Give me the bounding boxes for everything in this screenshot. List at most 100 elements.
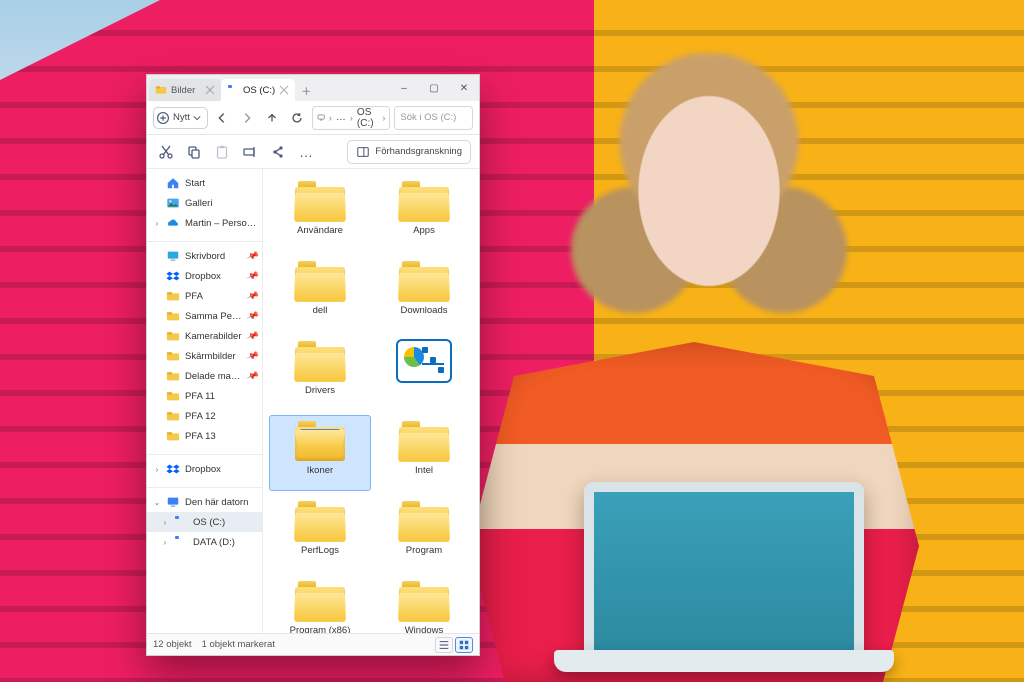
refresh-button[interactable] (287, 107, 308, 129)
pin-icon: 📌 (245, 369, 259, 383)
home-icon (166, 176, 180, 190)
folder-icon (166, 329, 180, 343)
folder-item[interactable]: Downloads (373, 255, 475, 331)
window-controls: – ▢ ✕ (389, 75, 479, 101)
tab-bilder[interactable]: Bilder (149, 79, 221, 101)
folder-item[interactable]: Apps (373, 175, 475, 251)
folder-icon (166, 289, 180, 303)
nav-item-label: Skärmbilder (185, 351, 242, 362)
drive-icon (174, 515, 188, 529)
preview-toggle-label: Förhandsgranskning (375, 146, 462, 157)
folder-icon (166, 309, 180, 323)
nav-galleri[interactable]: Galleri (147, 193, 262, 213)
minimize-button[interactable]: – (389, 75, 419, 101)
more-button[interactable]: … (295, 141, 317, 163)
folder-item[interactable]: Program (x86) (269, 575, 371, 633)
folder-item[interactable]: dell (269, 255, 371, 331)
nav-drive-data-d[interactable]: › DATA (D:) (147, 532, 262, 552)
back-button[interactable] (212, 107, 233, 129)
nav-onedrive-personal[interactable]: › Martin – Personligt (147, 213, 262, 233)
drive-icon (227, 84, 239, 96)
folder-item[interactable]: Användare (269, 175, 371, 251)
nav-quick-item[interactable]: Skärmbilder📌 (147, 346, 262, 366)
forward-button[interactable] (237, 107, 258, 129)
folder-icon (166, 409, 180, 423)
drive-icon (174, 535, 188, 549)
new-button[interactable]: Nytt (153, 107, 208, 129)
chevron-right-icon: › (329, 113, 332, 123)
monitor-icon (317, 111, 325, 124)
preview-toggle[interactable]: Förhandsgranskning (347, 140, 471, 164)
nav-quick-item[interactable]: PFA 13 (147, 426, 262, 446)
folder-item[interactable]: Ikoner (269, 415, 371, 491)
nav-quick-item[interactable]: PFA 11 (147, 386, 262, 406)
items-view[interactable]: Användare Apps dell Downloads DriversIkonerI… (263, 169, 479, 633)
maximize-button[interactable]: ▢ (419, 75, 449, 101)
nav-item-label: PFA (185, 291, 242, 302)
arrow-right-icon (240, 111, 254, 125)
refresh-icon (290, 111, 304, 125)
file-explorer-window: Bilder OS (C:) ＋ – ▢ ✕ Nytt (146, 74, 480, 656)
folder-item[interactable]: Intel (373, 415, 475, 491)
address-bar[interactable]: › … › OS (C:) › (312, 106, 391, 130)
icons-view-button[interactable] (455, 637, 473, 653)
address-row: Nytt › … › OS (C:) › Sök i OS (C:) (147, 101, 479, 135)
nav-quick-item[interactable]: PFA 12 (147, 406, 262, 426)
nav-quick-item[interactable]: Samma Per…📌 (147, 306, 262, 326)
cut-button[interactable] (155, 141, 177, 163)
folder-item[interactable] (373, 335, 475, 411)
view-switcher (435, 637, 473, 653)
folder-icon (292, 499, 348, 543)
close-window-button[interactable]: ✕ (449, 75, 479, 101)
nav-quick-item[interactable]: Skrivbord📌 (147, 246, 262, 266)
rename-icon (242, 144, 258, 160)
up-button[interactable] (262, 107, 283, 129)
pin-icon: 📌 (245, 309, 259, 323)
nav-section-top: Start Galleri › Martin – Personligt (147, 173, 262, 237)
nav-dropbox[interactable]: › Dropbox (147, 459, 262, 479)
nav-this-pc[interactable]: ⌄ Den här datorn (147, 492, 262, 512)
ellipsis-icon: … (299, 145, 313, 159)
nav-drive-os-c[interactable]: › OS (C:) (147, 512, 262, 532)
folder-icon (292, 579, 348, 623)
folder-icon (292, 339, 348, 383)
new-tab-button[interactable]: ＋ (295, 79, 317, 101)
folder-icon (166, 429, 180, 443)
pin-icon: 📌 (245, 269, 259, 283)
new-button-label: Nytt (173, 112, 190, 123)
nav-quick-item[interactable]: Dropbox📌 (147, 266, 262, 286)
folder-item[interactable]: PerfLogs (269, 495, 371, 571)
close-icon[interactable] (279, 85, 289, 95)
pin-icon: 📌 (245, 349, 259, 363)
item-label: Program (406, 545, 442, 556)
share-button[interactable] (267, 141, 289, 163)
nav-item-label: PFA 11 (185, 391, 258, 402)
laptop (544, 462, 904, 682)
folder-icon (166, 369, 180, 383)
tab-os-c[interactable]: OS (C:) (221, 79, 295, 101)
search-input[interactable]: Sök i OS (C:) (394, 106, 473, 130)
paste-button[interactable] (211, 141, 233, 163)
item-label: Apps (413, 225, 435, 236)
close-icon[interactable] (205, 85, 215, 95)
nav-quick-item[interactable]: Kamerabilder📌 (147, 326, 262, 346)
nav-start[interactable]: Start (147, 173, 262, 193)
tabstrip: Bilder OS (C:) ＋ – ▢ ✕ (147, 75, 479, 101)
folder-item[interactable]: Drivers (269, 335, 371, 411)
folder-item[interactable]: Windows (373, 575, 475, 633)
folder-icon (396, 259, 452, 303)
item-label: Användare (297, 225, 343, 236)
nav-quick-item[interactable]: PFA📌 (147, 286, 262, 306)
share-icon (270, 144, 286, 160)
folder-icon (292, 179, 348, 223)
tab-label: Bilder (171, 85, 201, 96)
folder-item[interactable]: Program (373, 495, 475, 571)
plus-icon: ＋ (301, 83, 311, 98)
gallery-icon (166, 196, 180, 210)
rename-button[interactable] (239, 141, 261, 163)
chevron-right-icon: › (350, 113, 353, 123)
nav-quick-item[interactable]: Delade mappar📌 (147, 366, 262, 386)
details-view-button[interactable] (435, 637, 453, 653)
item-label: Downloads (401, 305, 448, 316)
copy-button[interactable] (183, 141, 205, 163)
